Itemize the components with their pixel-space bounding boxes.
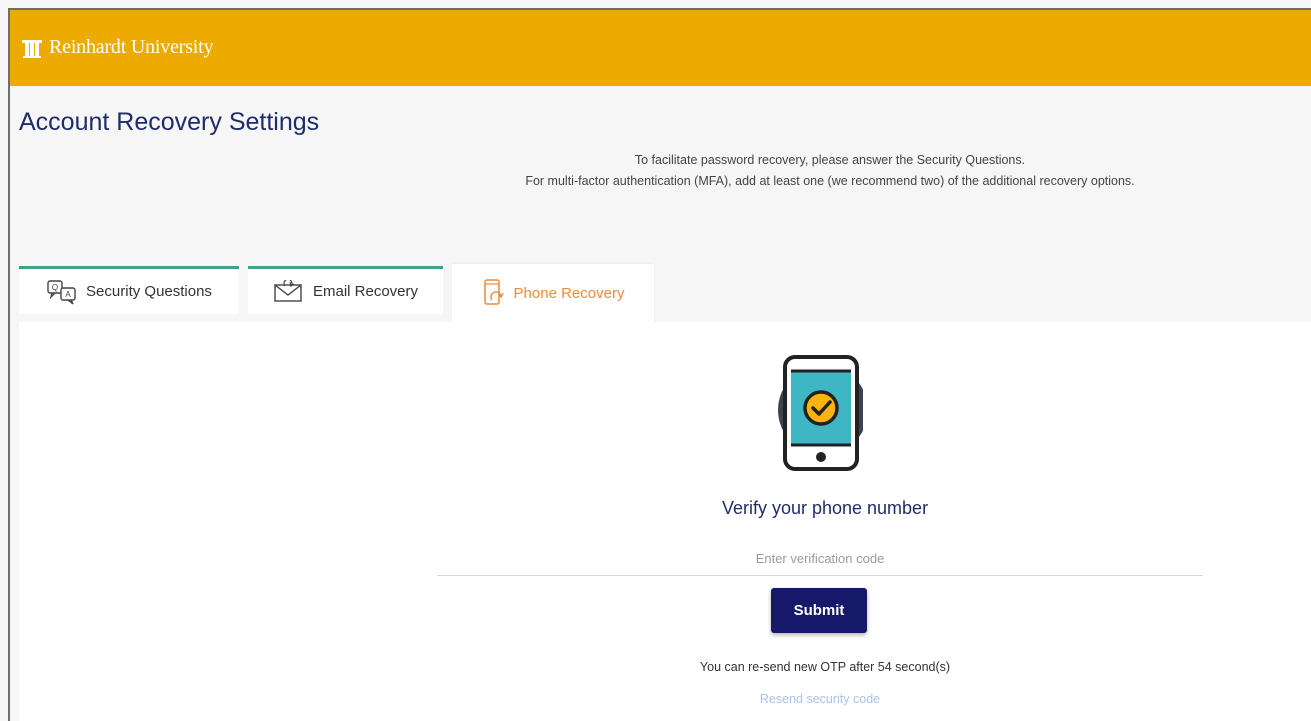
tab-label: Security Questions: [86, 283, 212, 300]
intro-line-1: To facilitate password recovery, please …: [634, 153, 1026, 167]
verify-heading-wrap: Verify your phone number: [640, 498, 1010, 519]
verification-code-input[interactable]: [437, 541, 1203, 576]
page-title: Account Recovery Settings: [19, 108, 320, 136]
svg-text:A: A: [65, 290, 71, 299]
page-frame: Reinhardt University Account Recovery Se…: [8, 8, 1311, 721]
tab-label: Email Recovery: [312, 283, 419, 300]
tab-phone-recovery[interactable]: Phone Recovery: [452, 264, 654, 322]
qa-chat-icon: Q A: [47, 279, 76, 305]
intro-text: To facilitate password recovery, please …: [450, 150, 1210, 192]
svg-text:Q: Q: [52, 283, 58, 292]
recovery-tabs: Q A Security Questions Email Recovery Ph…: [19, 264, 654, 322]
tab-email-recovery[interactable]: Email Recovery: [248, 266, 443, 314]
top-header-bar: Reinhardt University: [10, 10, 1311, 86]
brand-name: Reinhardt University: [49, 36, 214, 58]
phone-refresh-icon: [483, 279, 504, 305]
university-building-icon: [22, 39, 42, 58]
intro-line-2: For multi-factor authentication (MFA), a…: [525, 174, 1135, 188]
envelope-icon: [274, 279, 302, 302]
tab-label: Phone Recovery: [513, 284, 625, 302]
otp-countdown-text: You can re-send new OTP after 54 second(…: [699, 660, 951, 674]
phone-check-icon: [778, 355, 863, 471]
university-logo[interactable]: Reinhardt University: [21, 36, 214, 59]
submit-button[interactable]: Submit: [771, 588, 867, 633]
resend-code-link[interactable]: Resend security code: [700, 692, 940, 706]
verify-heading: Verify your phone number: [721, 498, 929, 518]
tab-security-questions[interactable]: Q A Security Questions: [19, 266, 239, 314]
